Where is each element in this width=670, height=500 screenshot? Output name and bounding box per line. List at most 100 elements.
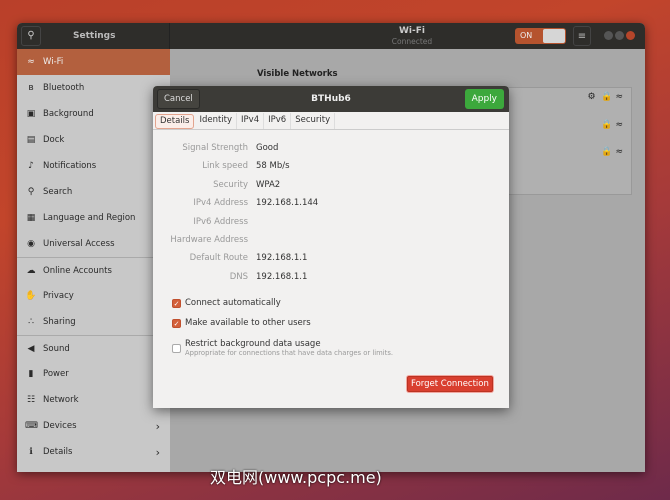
detail-key: IPv4 Address: [193, 198, 248, 209]
close-button[interactable]: [626, 31, 635, 40]
detail-row: Signal Strength Good: [153, 143, 509, 161]
sidebar-item-label: Devices: [43, 421, 77, 431]
forget-connection-button[interactable]: Forget Connection: [407, 376, 493, 392]
sidebar-item-label: Online Accounts: [43, 265, 112, 276]
detail-row: DNS 192.168.1.1: [153, 272, 509, 290]
sidebar-item-online-accounts[interactable]: ☁ Online Accounts: [17, 257, 170, 283]
sidebar-item-dock[interactable]: ▤ Dock: [17, 127, 170, 153]
sidebar-item-search[interactable]: ⚲ Search: [17, 179, 170, 205]
checkbox-label: Make available to other users: [185, 318, 311, 328]
sidebar-item-label: Wi-Fi: [43, 57, 64, 67]
detail-value: 58 Mb/s: [256, 161, 290, 172]
sidebar-item-label: Privacy: [43, 291, 74, 301]
accounts-icon: ☁: [26, 265, 36, 276]
devices-icon: ⌨: [25, 421, 38, 431]
detail-value: Good: [256, 143, 279, 153]
sidebar-item-label: Universal Access: [43, 239, 115, 249]
sidebar-item-label: Search: [43, 187, 73, 197]
connect-automatically-checkbox[interactable]: ✓ Connect automatically: [172, 298, 281, 308]
sidebar-item-details[interactable]: ℹ Details ›: [17, 439, 170, 465]
sidebar-item-sound[interactable]: ◀ Sound: [17, 335, 170, 361]
network-details-dialog: Cancel BTHub6 Apply Details Identity IPv…: [153, 86, 509, 408]
tab-identity[interactable]: Identity: [195, 113, 238, 129]
wifi-icon: ≈: [27, 57, 35, 67]
network-row[interactable]: ⚙ 🔒 ≈: [588, 92, 623, 102]
privacy-icon: ✋: [25, 291, 37, 301]
background-icon: ▣: [26, 109, 36, 119]
sidebar-item-label: Notifications: [43, 161, 97, 171]
dialog-tabs: Details Identity IPv4 IPv6 Security: [153, 113, 509, 130]
network-icon: ☷: [26, 395, 36, 405]
apply-button[interactable]: Apply: [464, 89, 504, 109]
checkbox-checked[interactable]: ✓: [172, 299, 181, 308]
network-row[interactable]: 🔒 ≈: [601, 147, 623, 157]
checkbox-hint: Appropriate for connections that have da…: [185, 349, 394, 357]
details-list: Signal Strength Good Link speed 58 Mb/s Secu…: [153, 143, 509, 290]
tab-ipv6[interactable]: IPv6: [264, 113, 292, 129]
sidebar-item-wi-fi[interactable]: ≈ Wi-Fi: [17, 49, 170, 75]
sidebar-item-privacy[interactable]: ✋ Privacy: [17, 283, 170, 309]
panel-subtitle: Connected: [391, 37, 433, 46]
search-button[interactable]: ⚲: [21, 26, 41, 46]
search-icon: ⚲: [27, 187, 35, 197]
titlebar: ⚲ Settings Wi-Fi Connected ON ≡: [17, 23, 645, 49]
maximize-button[interactable]: [615, 31, 624, 40]
toggle-knob: [543, 29, 565, 43]
sidebar-item-label: Language and Region: [43, 213, 136, 223]
minimize-button[interactable]: [604, 31, 613, 40]
sidebar-item-sharing[interactable]: ∴ Sharing: [17, 309, 170, 335]
wifi-signal-icon: ≈: [615, 147, 623, 157]
sidebar-item-label: Network: [43, 395, 79, 405]
sidebar-item-language-and-region[interactable]: ▦ Language and Region: [17, 205, 170, 231]
detail-key: Security: [213, 179, 248, 190]
sidebar-item-bluetooth[interactable]: ʙ Bluetooth: [17, 75, 170, 101]
power-icon: ▮: [28, 369, 34, 379]
sidebar-item-background[interactable]: ▣ Background: [17, 101, 170, 127]
detail-value: 192.168.1.1: [256, 271, 308, 282]
sidebar-header: ⚲ Settings: [17, 23, 170, 49]
detail-row: Security WPA2: [153, 180, 509, 198]
detail-row: Hardware Address: [153, 235, 509, 253]
bell-icon: ♪: [28, 161, 34, 171]
detail-key: Hardware Address: [170, 234, 248, 245]
lock-icon: 🔒: [601, 120, 613, 130]
dialog-header: Cancel BTHub6 Apply: [153, 86, 509, 112]
tab-ipv4[interactable]: IPv4: [237, 113, 265, 129]
sidebar-item-network[interactable]: ☷ Network: [17, 387, 170, 413]
detail-key: DNS: [229, 271, 248, 282]
lock-icon: 🔒: [601, 92, 613, 102]
detail-key: Signal Strength: [182, 143, 248, 153]
sidebar-item-notifications[interactable]: ♪ Notifications: [17, 153, 170, 179]
checkbox-checked[interactable]: ✓: [172, 319, 181, 328]
restrict-data-checkbox[interactable]: Restrict background data usage Appropriat…: [172, 339, 393, 357]
watermark: 双电网(www.pcpc.me): [210, 468, 382, 487]
wifi-signal-icon: ≈: [615, 92, 623, 102]
visible-networks-heading: Visible Networks: [257, 69, 338, 79]
panel-title: Wi-Fi: [399, 26, 425, 36]
detail-value: 192.168.1.144: [256, 198, 319, 209]
language-icon: ▦: [26, 213, 36, 223]
sidebar-item-devices[interactable]: ⌨ Devices ›: [17, 413, 170, 439]
tab-security[interactable]: Security: [291, 113, 336, 129]
checkbox-unchecked[interactable]: [172, 344, 181, 353]
lock-icon: 🔒: [601, 147, 613, 157]
network-row[interactable]: 🔒 ≈: [601, 120, 623, 130]
detail-value: WPA2: [256, 179, 281, 190]
gear-icon[interactable]: ⚙: [588, 92, 596, 102]
menu-button[interactable]: ≡: [573, 26, 591, 46]
wifi-toggle[interactable]: ON: [515, 28, 566, 44]
share-icon: ∴: [28, 317, 34, 327]
dock-icon: ▤: [26, 135, 36, 145]
sidebar-item-universal-access[interactable]: ◉ Universal Access: [17, 231, 170, 257]
app-title: Settings: [73, 31, 116, 41]
details-icon: ℹ: [29, 447, 33, 457]
sidebar-item-label: Background: [43, 109, 94, 119]
dialog-title: BTHub6: [311, 94, 351, 104]
tab-details[interactable]: Details: [155, 114, 195, 129]
sound-icon: ◀: [27, 343, 35, 354]
sidebar-item-power[interactable]: ▮ Power: [17, 361, 170, 387]
detail-key: Default Route: [189, 253, 248, 264]
toggle-label: ON: [520, 31, 533, 40]
available-to-all-checkbox[interactable]: ✓ Make available to other users: [172, 318, 311, 328]
detail-row: IPv6 Address: [153, 217, 509, 235]
